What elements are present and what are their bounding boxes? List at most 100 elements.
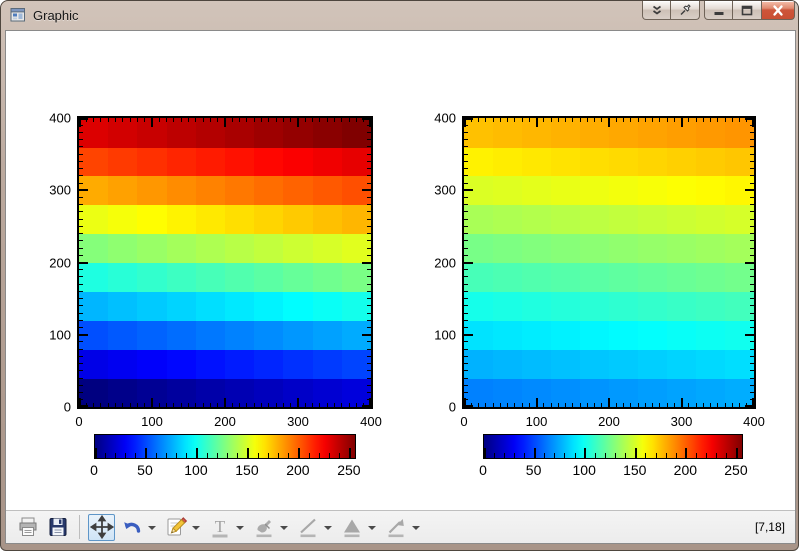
heatmap-cell <box>313 291 343 321</box>
y-axis-tick <box>745 189 754 191</box>
colorbar-tick <box>676 453 677 458</box>
y-axis-tick <box>79 189 88 191</box>
undo-button[interactable] <box>118 514 145 541</box>
graphics-canvas[interactable]: 0100200300400010020030040005010015020025… <box>6 31 795 510</box>
close-button[interactable] <box>762 1 795 20</box>
x-axis-tick <box>130 118 131 122</box>
polygon-tool-icon <box>340 515 364 539</box>
freehand-tool-button[interactable] <box>250 514 277 541</box>
heatmap-cell <box>225 263 255 293</box>
heatmap-cell <box>493 205 523 235</box>
colorbar-tick <box>135 453 136 458</box>
line-tool-button[interactable] <box>294 514 321 541</box>
minimize-button[interactable] <box>704 1 733 20</box>
colorbar-right[interactable] <box>483 434 743 459</box>
image-plot-left[interactable] <box>77 116 373 409</box>
heatmap-cell <box>79 263 109 293</box>
y-axis-tick <box>367 291 371 292</box>
x-axis-tick <box>659 118 660 122</box>
heatmap-cell <box>638 205 668 235</box>
heatmap-cell <box>283 234 313 264</box>
arrow-tool-button[interactable] <box>382 514 409 541</box>
line-dropdown-caret[interactable] <box>324 526 332 530</box>
heatmap-cell <box>167 176 197 206</box>
heatmap-cell <box>167 118 197 148</box>
x-axis-tick <box>717 403 718 407</box>
titlebar[interactable]: Graphic <box>1 1 798 30</box>
heatmap-cell <box>609 320 639 350</box>
heatmap-cell <box>79 234 109 264</box>
heatmap-cell <box>464 234 494 264</box>
heatmap-cell <box>137 147 167 177</box>
annotate-dropdown-caret[interactable] <box>192 526 200 530</box>
annotate-button[interactable] <box>162 514 189 541</box>
heatmap-cell <box>283 349 313 379</box>
x-axis-tick <box>543 118 544 122</box>
heatmap-cell <box>580 263 610 293</box>
maximize-icon <box>740 4 754 17</box>
colorbar-tick <box>105 453 106 458</box>
y-axis-tick <box>79 204 83 205</box>
x-axis-tick <box>261 403 262 407</box>
image-plot-right[interactable] <box>462 116 756 409</box>
undo-dropdown-caret[interactable] <box>148 526 156 530</box>
y-axis-tick <box>745 262 754 264</box>
y-axis-tick <box>367 240 371 241</box>
x-axis-tick <box>232 118 233 122</box>
heatmap-cell <box>493 234 523 264</box>
text-dropdown-caret[interactable] <box>236 526 244 530</box>
y-axis-tick <box>750 392 754 393</box>
heatmap-cell <box>283 320 313 350</box>
polygon-tool-button[interactable] <box>338 514 365 541</box>
x-axis-tick <box>283 118 284 122</box>
x-axis-tick <box>356 403 357 407</box>
y-axis-tick <box>464 349 468 350</box>
x-tick-label: 300 <box>287 415 309 428</box>
freehand-dropdown-caret[interactable] <box>280 526 288 530</box>
colorbar-tick <box>166 453 167 458</box>
colorbar-left[interactable] <box>94 434 356 459</box>
x-axis-tick <box>717 118 718 122</box>
heatmap-cell <box>551 263 581 293</box>
y-axis-tick <box>745 118 754 120</box>
y-axis-tick <box>464 204 468 205</box>
pin-button[interactable] <box>671 1 700 20</box>
y-axis-tick <box>367 305 371 306</box>
x-axis-tick <box>587 403 588 407</box>
polygon-dropdown-caret[interactable] <box>368 526 376 530</box>
y-axis-tick <box>750 161 754 162</box>
y-axis-tick <box>367 284 371 285</box>
pan-tool-button[interactable] <box>88 514 115 541</box>
x-axis-tick <box>195 118 196 122</box>
x-axis-tick <box>327 118 328 122</box>
maximize-button[interactable] <box>733 1 762 20</box>
x-axis-tick <box>276 118 277 122</box>
heatmap-cell <box>551 205 581 235</box>
y-axis-tick <box>464 161 468 162</box>
collapse-toolbar-button[interactable] <box>642 1 671 20</box>
heatmap-cell <box>522 263 552 293</box>
heatmap-cell <box>196 263 226 293</box>
app-icon[interactable] <box>10 7 26 23</box>
y-axis-tick <box>79 248 83 249</box>
text-tool-button[interactable]: T <box>206 514 233 541</box>
heatmap-cell <box>167 263 197 293</box>
save-button[interactable] <box>44 514 71 541</box>
arrow-dropdown-caret[interactable] <box>412 526 420 530</box>
y-axis-tick <box>464 226 468 227</box>
y-axis-tick <box>367 327 371 328</box>
x-axis-tick <box>232 403 233 407</box>
y-axis-tick <box>464 298 468 299</box>
heatmap-cell <box>638 234 668 264</box>
x-axis-tick <box>485 403 486 407</box>
x-axis-tick <box>203 118 204 122</box>
x-axis-tick <box>710 118 711 122</box>
colorbar-tick <box>247 448 249 458</box>
y-axis-tick <box>79 399 83 400</box>
y-axis-tick <box>750 204 754 205</box>
x-axis-tick <box>312 403 313 407</box>
colorbar-tick <box>666 453 667 458</box>
x-axis-tick <box>151 398 153 407</box>
window-title: Graphic <box>33 8 79 23</box>
print-button[interactable] <box>14 514 41 541</box>
